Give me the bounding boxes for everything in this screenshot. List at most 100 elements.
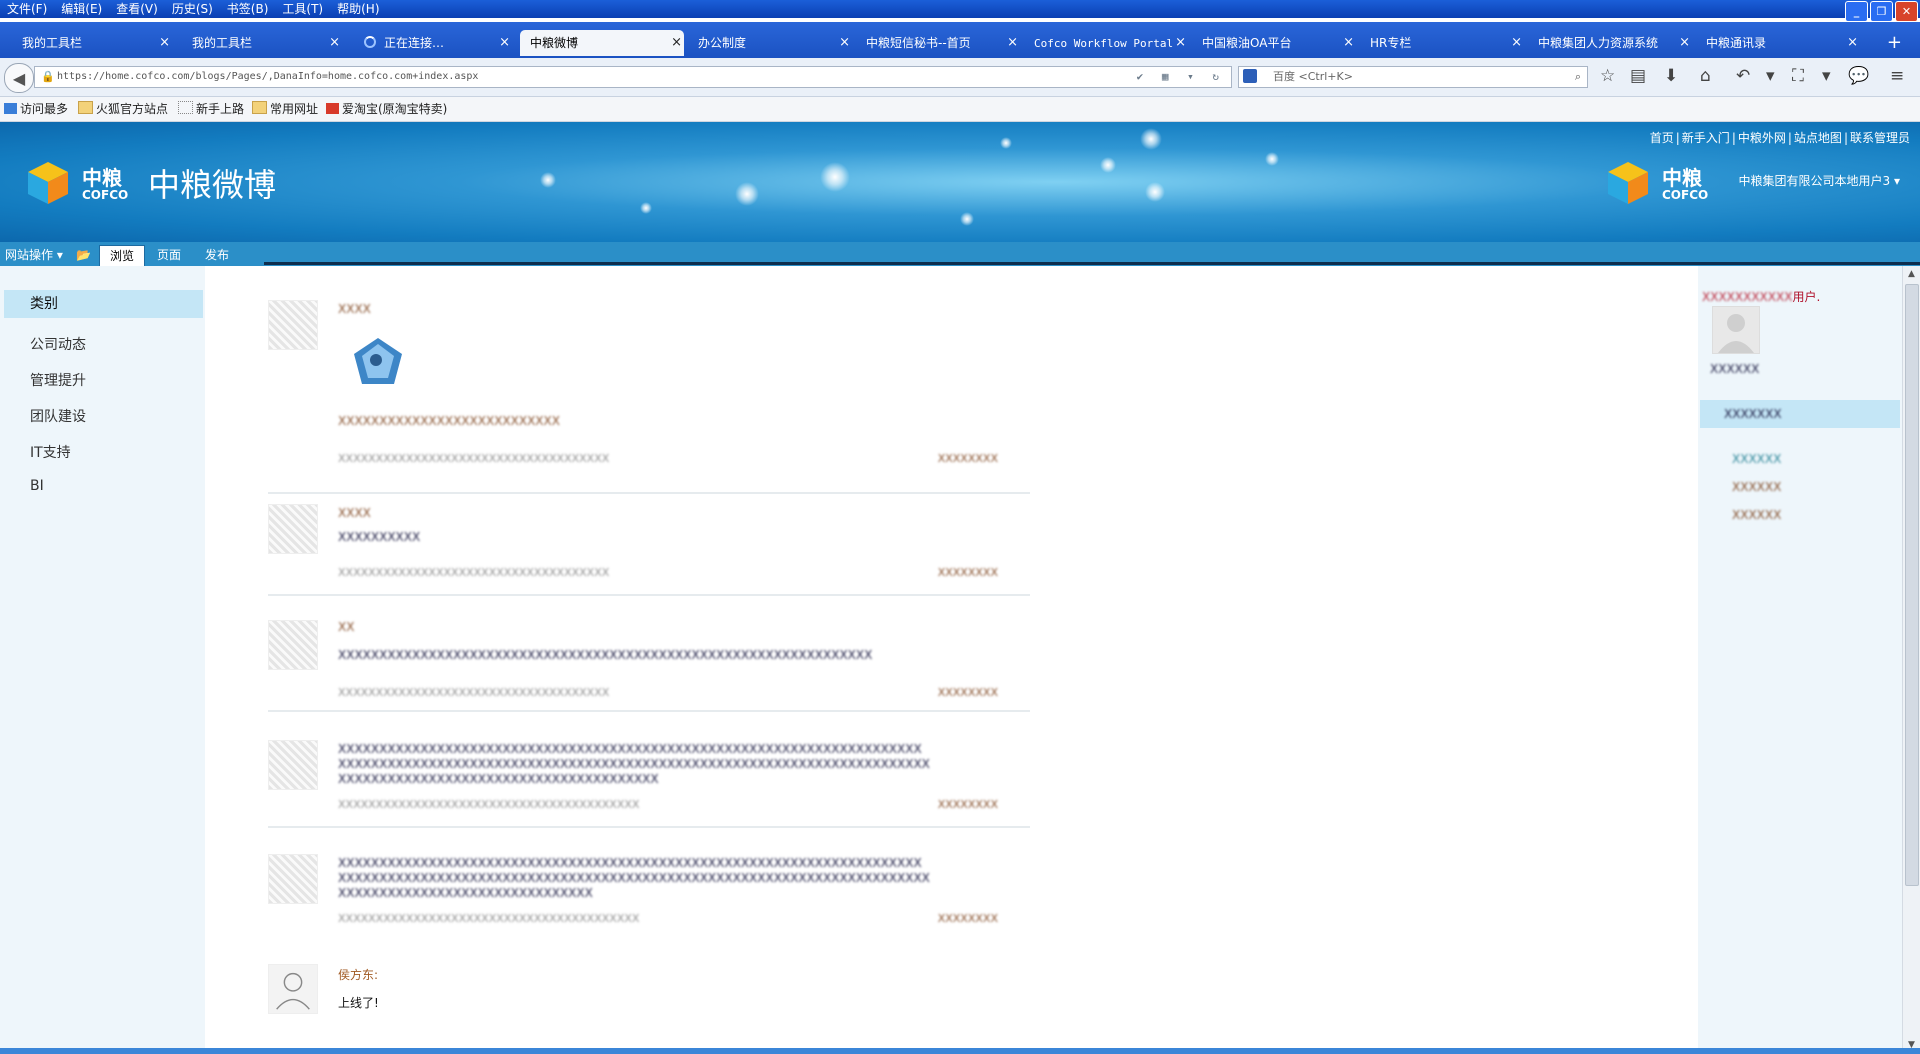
close-tab-icon[interactable]: × (499, 30, 510, 56)
scroll-up-icon[interactable]: ▲ (1903, 266, 1920, 283)
menu-tools[interactable]: 工具(T) (275, 0, 330, 17)
bookmark-item[interactable]: 常用网址 (252, 97, 318, 121)
browser-tab[interactable]: 中粮集团人力资源系统 × (1528, 30, 1692, 56)
link-sitemap[interactable]: 站点地图 (1792, 131, 1844, 145)
menu-view[interactable]: 查看(V) (109, 0, 165, 17)
avatar[interactable] (268, 300, 318, 350)
site-actions-menu[interactable]: 网站操作 ▾ (5, 245, 63, 266)
scrollbar-thumb[interactable] (1905, 284, 1919, 886)
tab-browse[interactable]: 浏览 (99, 245, 146, 267)
browser-tab[interactable]: 中粮通讯录 × (1696, 30, 1860, 56)
browser-tab-active[interactable]: 中粮微博 × (520, 30, 684, 56)
url-action-icons[interactable]: ✔ ▦ ▾ ↻ (1137, 67, 1225, 87)
menu-history[interactable]: 历史(S) (165, 0, 220, 17)
avatar[interactable] (268, 740, 318, 790)
crop-icon[interactable]: ⛶ (1792, 66, 1804, 86)
browser-tab[interactable]: 办公制度 × (688, 30, 852, 56)
category-item[interactable]: IT支持 (30, 442, 71, 462)
tab-publish[interactable]: 发布 (205, 245, 229, 266)
browser-tab[interactable]: 我的工具栏 × (0, 30, 172, 56)
post-author-redacted[interactable]: XXXX (338, 302, 371, 316)
close-tab-icon[interactable]: × (1679, 30, 1690, 56)
download-icon[interactable]: ⬇ (1664, 66, 1678, 86)
chevron-down-icon: ▾ (1893, 174, 1900, 188)
menu-file[interactable]: 文件(F) (0, 0, 54, 17)
close-tab-icon[interactable]: × (1343, 30, 1354, 56)
close-tab-icon[interactable]: × (329, 30, 340, 56)
user-menu[interactable]: 中粮集团有限公司本地用户3 ▾ (1739, 172, 1901, 189)
menu-help[interactable]: 帮助(H) (330, 0, 386, 17)
post-author[interactable]: 侯方东: (338, 966, 378, 983)
category-item[interactable]: 团队建设 (30, 406, 86, 426)
close-tab-icon[interactable]: × (159, 30, 170, 56)
user-name: 中粮集团有限公司本地用户3 (1738, 174, 1891, 188)
browser-tab[interactable]: Cofco Workflow Portal × (1024, 30, 1188, 56)
reading-list-icon[interactable]: ▤ (1630, 66, 1646, 86)
category-item[interactable]: 公司动态 (30, 334, 86, 354)
close-window-icon[interactable]: ✕ (1895, 1, 1918, 22)
avatar[interactable] (1712, 306, 1760, 354)
search-icon[interactable]: ⌕ (1575, 67, 1581, 87)
search-input[interactable]: 百度 <Ctrl+K> ⌕ (1238, 66, 1588, 88)
folder-nav-icon[interactable]: 📂 (76, 245, 91, 266)
link-contact-admin[interactable]: 联系管理员 (1848, 131, 1912, 145)
search-engine-icon[interactable] (1243, 69, 1257, 83)
post-action-redacted[interactable]: XXXXXXXX (938, 452, 998, 465)
post-author-redacted[interactable]: XX (338, 620, 354, 634)
browser-tab[interactable]: 中国粮油OA平台 × (1192, 30, 1356, 56)
category-item[interactable]: BI (30, 478, 44, 494)
bookmark-item[interactable]: 火狐官方站点 (78, 97, 168, 121)
minimize-icon[interactable]: _ (1845, 1, 1868, 22)
tab-page[interactable]: 页面 (157, 245, 181, 266)
panel-link-redacted[interactable]: XXXXXX (1732, 508, 1781, 522)
chat-icon[interactable]: 💬 (1848, 66, 1869, 86)
panel-link-redacted[interactable]: XXXXXX (1732, 452, 1781, 466)
post-action-redacted[interactable]: XXXXXXXX (938, 912, 998, 925)
browser-tab-strip: 我的工具栏 × 我的工具栏 × 正在连接… × 中粮微博 × 办公制度 × 中粮短信秘书-… (0, 22, 1920, 58)
avatar[interactable] (268, 504, 318, 554)
most-visited-icon (4, 103, 17, 114)
menu-icon[interactable]: ≡ (1890, 66, 1904, 86)
post-action-redacted[interactable]: XXXXXXXX (938, 566, 998, 579)
bookmark-item[interactable]: 访问最多 (4, 97, 68, 121)
avatar[interactable] (268, 854, 318, 904)
post-action-redacted[interactable]: XXXXXXXX (938, 798, 998, 811)
browser-tab[interactable]: HR专栏 × (1360, 30, 1524, 56)
avatar[interactable] (268, 620, 318, 670)
undo-icon[interactable]: ↶ (1736, 66, 1750, 86)
post-author-redacted[interactable]: XXXX (338, 506, 371, 520)
menu-bookmarks[interactable]: 书签(B) (220, 0, 276, 17)
close-tab-icon[interactable]: × (671, 30, 682, 56)
image-attachment-icon[interactable] (350, 334, 406, 390)
vertical-scrollbar[interactable]: ▲ ▼ (1902, 266, 1920, 1054)
new-tab-button[interactable]: + (1887, 30, 1902, 56)
divider (268, 826, 1030, 828)
url-bar[interactable]: 🔒 https://home.cofco.com/blogs/Pages/,Da… (34, 66, 1232, 88)
panel-link-redacted[interactable]: XXXXXX (1732, 480, 1781, 494)
bookmark-item[interactable]: 爱淘宝(原淘宝特卖) (326, 97, 447, 121)
dropdown-icon[interactable]: ▾ (1822, 66, 1831, 86)
restore-icon[interactable]: ❐ (1870, 1, 1893, 22)
browser-tab[interactable]: 中粮短信秘书--首页 × (856, 30, 1020, 56)
close-tab-icon[interactable]: × (1511, 30, 1522, 56)
link-beginner[interactable]: 新手入门 (1680, 131, 1732, 145)
back-button[interactable]: ◀ (4, 63, 34, 93)
close-tab-icon[interactable]: × (1175, 30, 1186, 56)
close-tab-icon[interactable]: × (839, 30, 850, 56)
sparkle (820, 162, 850, 192)
post-action-redacted[interactable]: XXXXXXXX (938, 686, 998, 699)
category-item[interactable]: 管理提升 (30, 370, 86, 390)
avatar[interactable] (268, 964, 318, 1014)
browser-tab[interactable]: 我的工具栏 × (170, 30, 342, 56)
dropdown-icon[interactable]: ▾ (1766, 66, 1775, 86)
browser-tab[interactable]: 正在连接… × (340, 30, 512, 56)
link-external[interactable]: 中粮外网 (1736, 131, 1788, 145)
bookmark-star-icon[interactable]: ☆ (1600, 66, 1615, 86)
close-tab-icon[interactable]: × (1847, 30, 1858, 56)
link-home[interactable]: 首页 (1648, 131, 1676, 145)
bookmark-item[interactable]: 新手上路 (178, 97, 244, 121)
menu-edit[interactable]: 编辑(E) (54, 0, 109, 17)
close-tab-icon[interactable]: × (1007, 30, 1018, 56)
home-icon[interactable]: ⌂ (1700, 66, 1711, 86)
tab-label: 中粮集团人力资源系统 (1538, 36, 1659, 50)
